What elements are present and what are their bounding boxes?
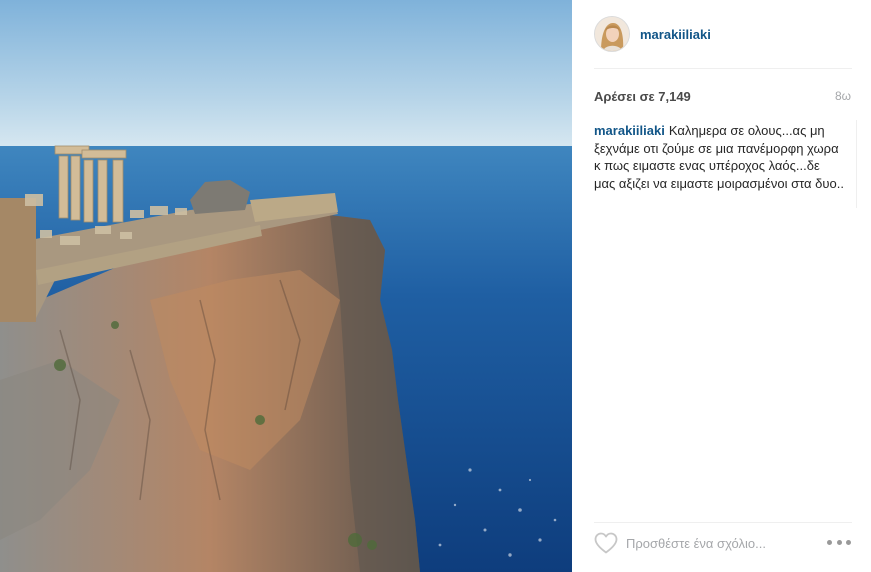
post-photo[interactable] [0,0,572,572]
header-divider [594,68,852,69]
footer-divider [594,522,852,523]
avatar-image [595,17,629,51]
heart-outline-icon[interactable] [593,531,619,555]
ellipsis-icon[interactable] [827,535,851,549]
ellipsis-dot [836,539,842,545]
avatar[interactable] [594,16,630,52]
sky [0,0,572,150]
photo-scene [0,0,572,572]
username-link[interactable]: marakiiliaki [640,27,711,42]
ellipsis-dot [827,539,832,545]
post-header: marakiiliaki [594,14,852,54]
caption-scrollbar[interactable] [856,120,857,208]
post-sidebar: marakiiliaki Αρέσει σε 7,149 8ω marakiil… [572,0,871,572]
post-timestamp[interactable]: 8ω [835,89,851,103]
comment-input[interactable] [626,533,806,553]
fortress-wall [0,198,36,322]
temple-columns [54,145,127,223]
post-caption: marakiiliaki Καλημερα σε ολους...ας μη ξε… [594,122,844,192]
ellipsis-dot [846,539,851,545]
caption-username-link[interactable]: marakiiliaki [594,123,665,138]
likes-count[interactable]: Αρέσει σε 7,149 [594,89,691,104]
